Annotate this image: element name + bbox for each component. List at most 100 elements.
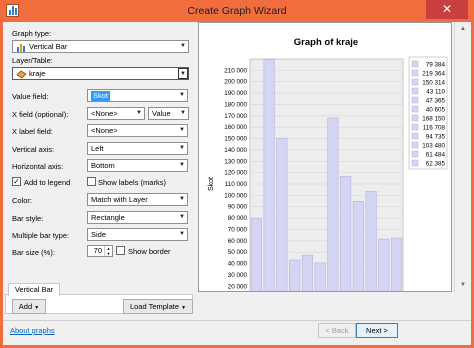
bar	[289, 259, 301, 310]
chevron-down-icon: ▼	[180, 43, 186, 49]
add-button[interactable]: Add ▼	[12, 299, 46, 314]
y-tick-label: 130 000	[224, 158, 247, 165]
multiple-bar-type-value: Side	[91, 230, 107, 239]
legend-item: 116 708	[423, 125, 446, 132]
legend-swatch	[411, 105, 419, 113]
horizontal-axis-label: Horizontal axis:	[12, 162, 64, 171]
y-tick-label: 170 000	[224, 113, 247, 120]
y-tick-label: 100 000	[224, 192, 247, 199]
chevron-down-icon: ▼	[179, 231, 185, 237]
legend-item: 40 605	[426, 107, 446, 114]
bar-style-label: Bar style:	[12, 214, 44, 223]
vertical-axis-value: Left	[91, 144, 104, 153]
scroll-down-icon[interactable]: ▼	[455, 278, 471, 292]
scroll-up-icon[interactable]: ▲	[455, 22, 471, 36]
show-labels-checkbox[interactable]	[87, 177, 96, 186]
about-graphs-link[interactable]: About graphs	[10, 326, 55, 335]
footer-divider	[3, 320, 471, 321]
add-to-legend-checkbox[interactable]: ✓	[12, 177, 21, 186]
chevron-down-icon: ▼	[179, 162, 185, 168]
add-button-label: Add	[18, 302, 33, 311]
legend-swatch	[411, 60, 419, 68]
x-label-field-select[interactable]: <None> ▼	[87, 124, 188, 137]
bar-chart: Graph of kraje010 00020 00030 00040 0005…	[208, 37, 448, 320]
next-button[interactable]: Next >	[356, 323, 398, 338]
bar-style-value: Rectangle	[91, 213, 125, 222]
y-tick-label: 60 000	[228, 238, 248, 245]
layer-select[interactable]: kraje ▼	[12, 67, 189, 80]
x-field-sort-select[interactable]: Value ▼	[148, 107, 189, 120]
value-field-select[interactable]: Skot ▼	[87, 89, 188, 102]
graph-type-value: Vertical Bar	[29, 42, 68, 51]
legend-swatch	[411, 141, 419, 149]
horizontal-axis-value: Bottom	[91, 161, 115, 170]
value-field-value: Skot	[91, 91, 111, 101]
dropdown-arrow-icon: ▼	[181, 305, 187, 311]
graph-type-label: Graph type:	[12, 29, 52, 38]
legend-item: 43 110	[426, 89, 445, 96]
bar-size-label: Bar size (%):	[12, 248, 55, 257]
chevron-down-icon: ▼	[179, 145, 185, 151]
legend-item: 62 385	[426, 161, 446, 168]
graph-type-select[interactable]: Vertical Bar ▼	[12, 40, 189, 53]
y-tick-label: 140 000	[224, 147, 247, 154]
chevron-down-icon: ▼	[179, 127, 185, 133]
legend-item: 61 484	[426, 152, 446, 159]
bar	[391, 237, 403, 310]
legend-item: 103 480	[422, 143, 445, 150]
x-field-select[interactable]: <None> ▼	[87, 107, 145, 120]
x-field-sort-value: Value	[152, 109, 171, 118]
color-label: Color:	[12, 196, 33, 205]
y-tick-label: 160 000	[224, 124, 247, 131]
bar	[301, 254, 313, 310]
bar	[276, 137, 288, 310]
tab-vertical-bar[interactable]: Vertical Bar	[8, 283, 60, 296]
x-field-label: X field (optional):	[12, 110, 69, 119]
vertical-scrollbar[interactable]: ▲ ▼	[454, 22, 471, 292]
y-tick-label: 80 000	[228, 215, 248, 222]
bar	[340, 176, 352, 310]
x-label-field-value: <None>	[91, 126, 118, 135]
load-template-label: Load Template	[129, 302, 180, 311]
window-frame-left	[0, 22, 3, 348]
legend-item: 47 365	[426, 98, 446, 105]
y-tick-label: 190 000	[224, 90, 247, 97]
y-tick-label: 180 000	[224, 101, 247, 108]
legend-swatch	[411, 69, 419, 77]
show-labels-label: Show labels (marks)	[98, 178, 166, 187]
bar	[250, 218, 262, 310]
bar-style-select[interactable]: Rectangle ▼	[87, 211, 188, 224]
vertical-axis-select[interactable]: Left ▼	[87, 142, 188, 155]
dropdown-arrow-icon: ▼	[34, 305, 40, 311]
add-to-legend-label: Add to legend	[24, 178, 71, 187]
close-icon[interactable]: ✕	[426, 0, 468, 19]
back-button[interactable]: < Back	[318, 323, 356, 338]
show-border-checkbox[interactable]	[116, 246, 125, 255]
x-field-value: <None>	[91, 109, 118, 118]
polygon-layer-icon	[16, 70, 27, 79]
spinner-arrows-icon[interactable]: ▲ ▼	[104, 246, 112, 256]
title-bar: Create Graph Wizard ✕	[0, 0, 474, 22]
legend-swatch	[411, 132, 419, 140]
vertical-axis-label: Vertical axis:	[12, 145, 55, 154]
legend-swatch	[411, 78, 419, 86]
bar	[365, 191, 377, 310]
chevron-down-icon: ▼	[136, 110, 142, 116]
load-template-button[interactable]: Load Template ▼	[123, 299, 193, 314]
color-select[interactable]: Match with Layer ▼	[87, 193, 188, 206]
chevron-down-icon: ▼	[179, 196, 185, 202]
legend-item: 150 314	[422, 80, 445, 87]
legend-swatch	[411, 114, 419, 122]
layer-value: kraje	[29, 69, 46, 78]
x-label-field-label: X label field:	[12, 127, 53, 136]
legend-swatch	[411, 96, 419, 104]
bar-size-spinner[interactable]: 70 ▲ ▼	[87, 245, 113, 257]
legend-item: 219 364	[422, 71, 445, 78]
y-tick-label: 40 000	[228, 261, 248, 268]
chevron-down-icon: ▼	[179, 92, 185, 98]
y-tick-label: 50 000	[228, 249, 248, 256]
bar	[378, 238, 390, 310]
legend-swatch	[411, 87, 419, 95]
horizontal-axis-select[interactable]: Bottom ▼	[87, 159, 188, 172]
multiple-bar-type-select[interactable]: Side ▼	[87, 228, 188, 241]
